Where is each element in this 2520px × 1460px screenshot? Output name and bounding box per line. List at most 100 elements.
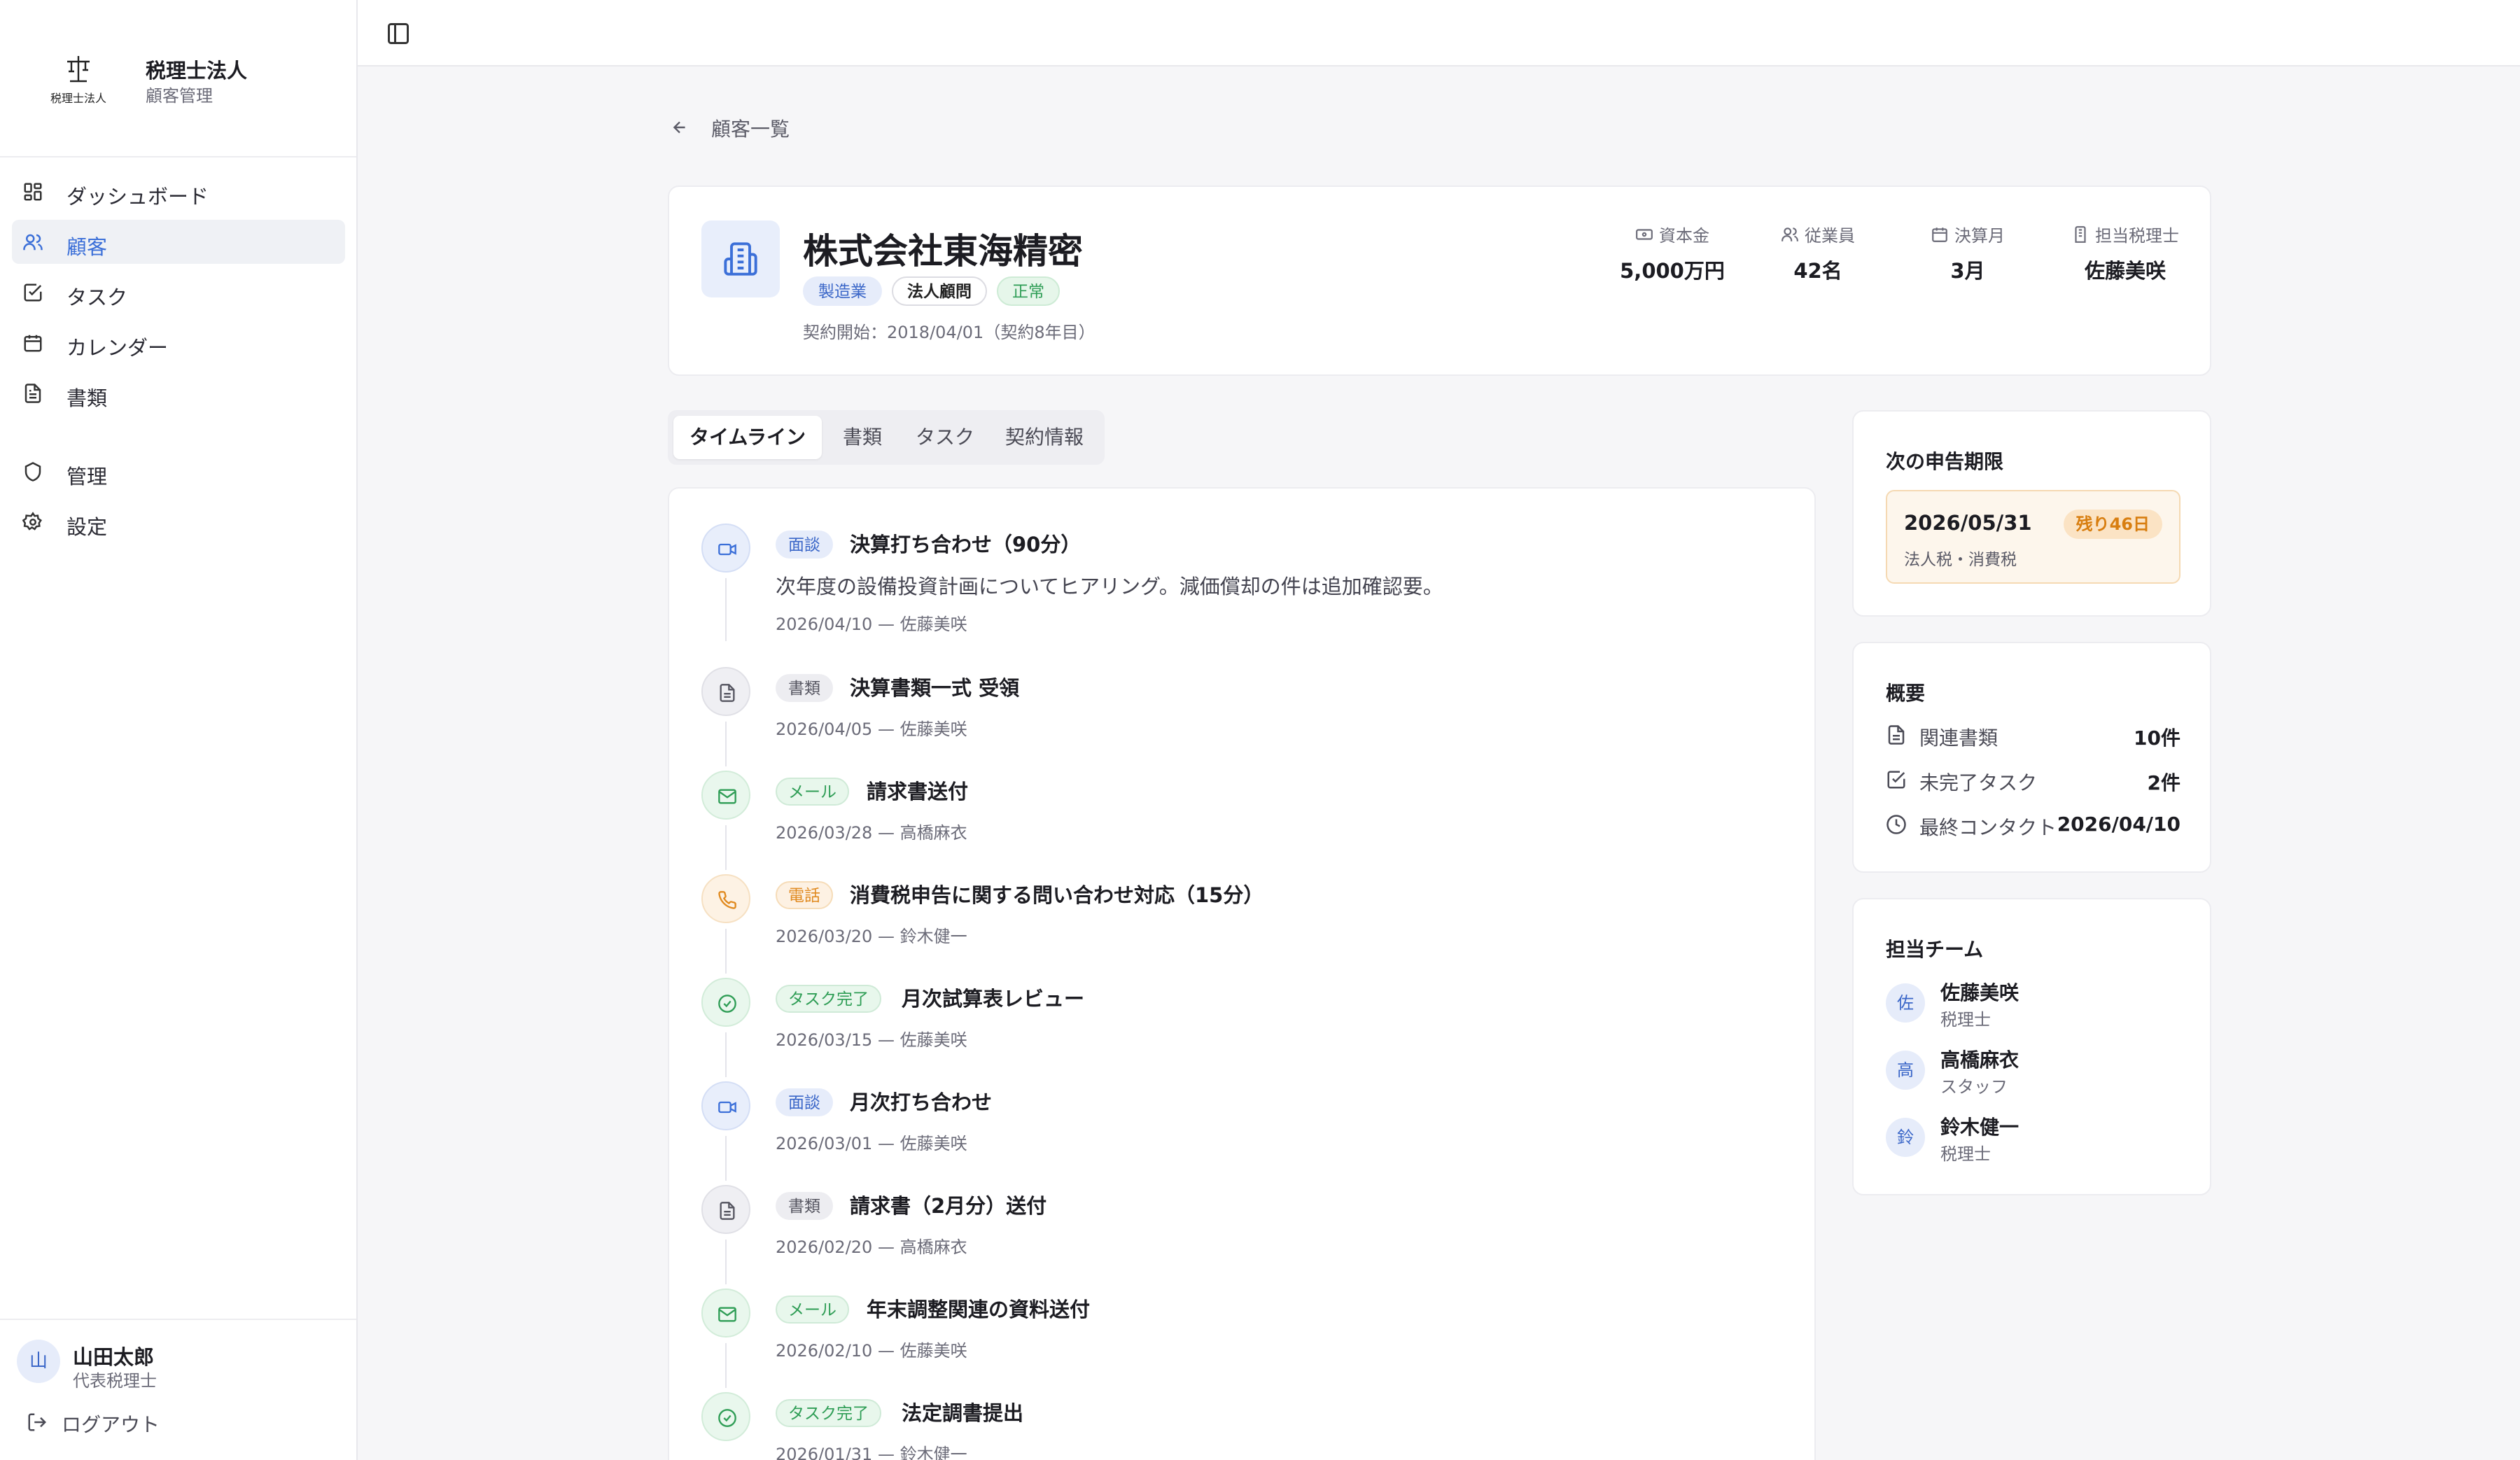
stat-fiscal-month: 決算月 3月 [1908,222,2027,284]
timeline-connector [725,578,727,641]
stat-label: 従業員 [1805,226,1855,246]
logout-label: ログアウト [62,1413,160,1436]
tab-tasks[interactable]: タスク [903,416,987,459]
timeline-item[interactable]: 書類 決算書類一式 受領 2026/04/05 — 佐藤美咲 [701,667,1793,771]
calendar-icon [24,335,42,352]
gear-icon [22,512,42,531]
member-name: 鈴木健一 [1940,1116,2019,1139]
timeline-title: 請求書（2月分）送付 [850,1194,1047,1218]
overview-title: 概要 [1886,682,1926,705]
calendar-icon [1932,227,1947,242]
team-title: 担当チーム [1886,938,1984,961]
firm-logo: 税理士法人 [46,53,111,109]
logout-button[interactable]: ログアウト [27,1407,181,1438]
timeline-title: 年末調整関連の資料送付 [867,1298,1091,1321]
timeline-card: 面談 決算打ち合わせ（90分） 次年度の設備投資計画についてヒアリング。減価償却… [668,487,1816,1460]
timeline-type-badge: 面談 [776,1088,833,1116]
timeline-item[interactable]: 面談 決算打ち合わせ（90分） 次年度の設備投資計画についてヒアリング。減価償却… [701,524,1793,641]
back-link[interactable]: 顧客一覧 [671,112,811,143]
nav-item-settings[interactable]: 設定 [12,500,345,544]
timeline-connector [725,825,727,870]
video-icon [718,543,736,556]
nav-item-calendar[interactable]: カレンダー [12,321,345,365]
timeline-item[interactable]: タスク完了 月次試算表レビュー 2026/03/15 — 佐藤美咲 [701,978,1793,1081]
check-circle-icon [718,1409,736,1427]
timeline-connector [725,929,727,974]
check-circle-icon [718,995,736,1013]
tab-documents[interactable]: 書類 [823,416,902,459]
timeline-icon [701,1289,750,1338]
nav-label: ダッシュボード [66,185,209,209]
timeline-title: 決算打ち合わせ（90分） [850,533,1082,556]
stat-capital: 資本金 5,000万円 [1585,222,1760,284]
stat-value: 3月 [1950,259,1985,283]
timeline-type-badge: タスク完了 [776,985,881,1013]
nav-label: カレンダー [66,336,169,360]
team-member[interactable]: 高 高橋麻衣 スタッフ [1886,1045,2180,1101]
timeline-icon [701,1081,750,1130]
clock-icon [1886,815,1906,834]
deadline-type: 法人税・消費税 [1904,551,2017,569]
overview-row: 関連書類 10件 [1886,722,2180,750]
timeline-type-badge: 書類 [776,674,833,702]
timeline-item[interactable]: メール 請求書送付 2026/03/28 — 高橋麻衣 [701,771,1793,874]
timeline-connector [725,722,727,766]
timeline-item[interactable]: タスク完了 法定調書提出 2026/01/31 — 鈴木健一 [701,1392,1793,1460]
timeline-title: 月次試算表レビュー [902,987,1085,1011]
timeline-title: 月次打ち合わせ [850,1090,993,1114]
timeline-meta: 2026/04/10 — 佐藤美咲 [776,615,967,634]
deadline-box[interactable]: 2026/05/31 残り46日 法人税・消費税 [1886,490,2180,584]
nav-item-admin[interactable]: 管理 [12,449,345,493]
building-icon [724,242,757,276]
mail-icon [718,789,736,804]
industry-badge: 製造業 [803,276,882,306]
team-member[interactable]: 佐 佐藤美咲 税理士 [1886,978,2180,1034]
status-badge: 正常 [997,276,1060,306]
brand-name: 税理士法人 [146,59,248,83]
avatar: 佐 [1886,983,1925,1023]
timeline-title: 消費税申告に関する問い合わせ対応（15分） [850,883,1264,907]
tab-bar: タイムライン 書類 タスク 契約情報 [668,410,1105,465]
nav-item-customers[interactable]: 顧客 [12,220,345,264]
overview-label: 関連書類 [1919,727,1998,750]
nav-item-dashboard[interactable]: ダッシュボード [12,169,345,213]
timeline-meta: 2026/04/05 — 佐藤美咲 [776,720,967,739]
timeline-item[interactable]: 面談 月次打ち合わせ 2026/03/01 — 佐藤美咲 [701,1081,1793,1185]
timeline-description: 次年度の設備投資計画についてヒアリング。減価償却の件は追加確認要。 [776,575,1443,598]
timeline-title: 請求書送付 [867,780,969,803]
overview-card: 概要 関連書類 10件 未完了タスク 2件 最終コンタクト 2026/04/10 [1852,642,2211,873]
member-role: 税理士 [1940,1144,1991,1164]
stat-value: 42名 [1793,259,1842,283]
timeline-item[interactable]: 書類 請求書（2月分）送付 2026/02/20 — 高橋麻衣 [701,1185,1793,1289]
nav-item-tasks[interactable]: タスク [12,270,345,314]
sidebar-toggle-icon[interactable] [386,21,411,46]
timeline-meta: 2026/02/10 — 佐藤美咲 [776,1341,967,1361]
timeline-connector [725,1343,727,1388]
topbar [358,0,2520,66]
tab-timeline[interactable]: タイムライン [673,416,822,459]
stat-label: 資本金 [1659,226,1709,246]
check-square-icon [1887,771,1905,789]
mail-icon [718,1307,736,1322]
timeline-item[interactable]: 電話 消費税申告に関する問い合わせ対応（15分） 2026/03/20 — 鈴木… [701,874,1793,978]
timeline-item[interactable]: メール 年末調整関連の資料送付 2026/02/10 — 佐藤美咲 [701,1289,1793,1392]
stat-label: 決算月 [1954,226,2005,246]
shield-icon [24,462,41,482]
overview-value: 2026/04/10 [2057,813,2180,836]
timeline-meta: 2026/03/20 — 鈴木健一 [776,927,967,946]
timeline-connector [725,1240,727,1284]
check-square-icon [24,283,42,302]
stat-value: 佐藤美咲 [2084,259,2166,283]
company-badges: 製造業 法人顧問 正常 [803,276,1060,306]
team-member[interactable]: 鈴 鈴木健一 税理士 [1886,1112,2180,1168]
timeline-title: 決算書類一式 受領 [850,676,1020,700]
brand-subtitle: 顧客管理 [146,86,213,106]
timeline-icon [701,978,750,1027]
nav-label: 書類 [66,386,108,410]
timeline-icon [701,1185,750,1234]
nav-item-documents[interactable]: 書類 [12,371,345,415]
overview-row: 未完了タスク 2件 [1886,766,2180,794]
deadline-title: 次の申告期限 [1886,450,2004,473]
timeline-title: 法定調書提出 [902,1401,1024,1425]
tab-contract[interactable]: 契約情報 [988,416,1100,459]
